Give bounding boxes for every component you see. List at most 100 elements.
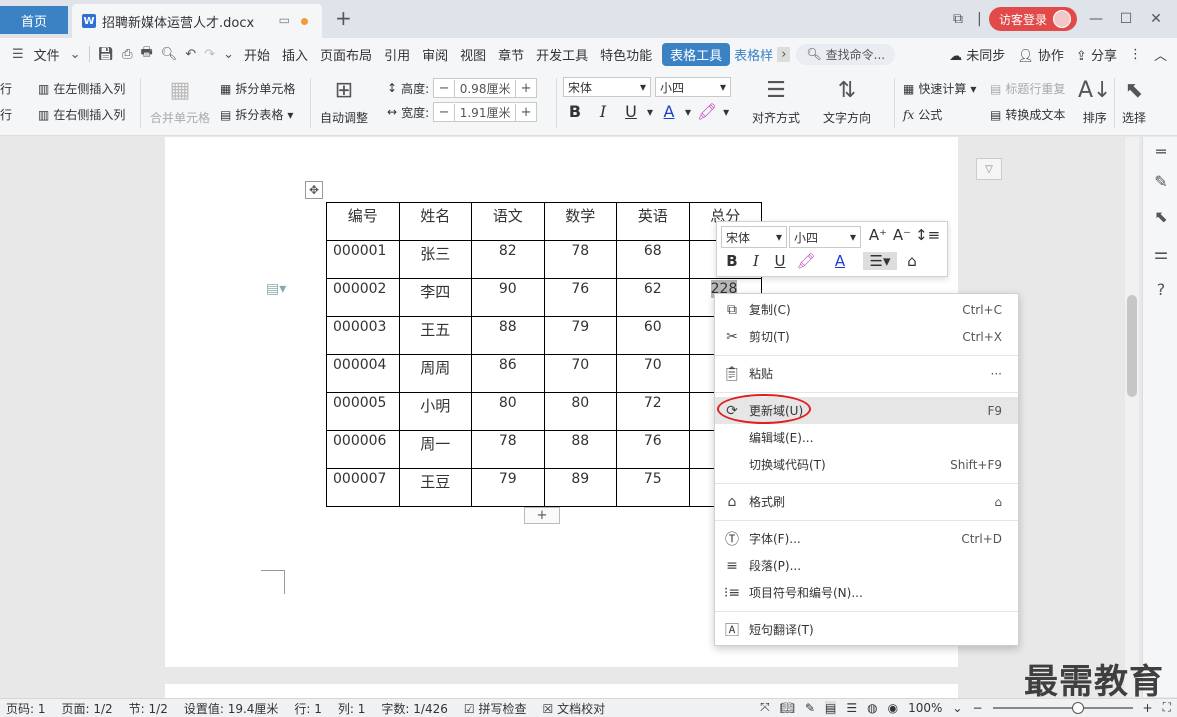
table-cell[interactable]: 72 (616, 392, 690, 431)
table-cell[interactable]: 60 (616, 316, 690, 355)
pointer-icon[interactable]: ⬉ (1150, 207, 1172, 226)
undo-icon[interactable]: ↶ (181, 47, 200, 62)
menu-item-paragraph[interactable]: ≡ 段落(P)... (715, 552, 1018, 579)
menu-references[interactable]: 引用 (378, 45, 416, 64)
table-cell[interactable]: 小明 (398, 392, 472, 431)
customize-icon[interactable]: ⌄ (219, 47, 238, 62)
status-row[interactable]: 行: 1 (294, 700, 322, 717)
font-color-icon[interactable]: A (657, 102, 681, 121)
paste-more-button[interactable]: ··· (991, 367, 1018, 381)
edit-mode-icon[interactable]: ✎ (805, 701, 815, 715)
width-decrease-button[interactable]: − (434, 105, 454, 120)
table-cell[interactable]: 82 (471, 240, 545, 279)
close-icon[interactable]: ✕ (1145, 11, 1167, 27)
menu-start[interactable]: 开始 (238, 45, 276, 64)
collapse-ribbon-icon[interactable]: ︿ (1154, 45, 1167, 64)
to-text-button[interactable]: ▤ 转换成文本 (990, 106, 1065, 123)
sort-button[interactable]: A↓ 排序 (1078, 78, 1111, 126)
table-cell[interactable]: 78 (471, 430, 545, 469)
tab-table-tools[interactable]: 表格工具 (662, 42, 731, 66)
insert-col-left-button[interactable]: ▥ 在左侧插入列 (38, 80, 125, 97)
add-table-row-button[interactable]: + (524, 507, 560, 524)
tab-table-style[interactable]: 表格样 (730, 45, 777, 64)
chevron-down-icon[interactable]: ⌄ (66, 47, 85, 62)
new-tab-button[interactable]: + (335, 6, 352, 30)
print-icon[interactable]: 🖶︎ (137, 43, 157, 65)
table-cell[interactable]: 80 (543, 392, 617, 431)
monitor-icon[interactable]: ▭ (279, 13, 290, 27)
page-view-icon[interactable]: ▤ (825, 700, 837, 715)
table-cell[interactable]: 89 (543, 468, 617, 507)
table-header-cell[interactable]: 编号 (326, 202, 400, 241)
table-cell[interactable]: 70 (543, 354, 617, 393)
menu-developer[interactable]: 开发工具 (530, 45, 594, 64)
maximize-icon[interactable]: ☐ (1115, 11, 1137, 27)
table-cell[interactable]: 80 (471, 392, 545, 431)
zoom-slider-knob[interactable] (1072, 701, 1085, 714)
status-col[interactable]: 列: 1 (338, 700, 366, 717)
menu-insert[interactable]: 插入 (276, 45, 314, 64)
width-value[interactable]: 1.91厘米 (454, 103, 517, 121)
vertical-scrollbar[interactable] (1125, 137, 1139, 697)
panel-handle-icon[interactable]: ═ (1150, 142, 1172, 161)
insert-col-right-button[interactable]: ▥ 在右侧插入列 (38, 106, 125, 123)
mini-align-center-icon[interactable]: ☰▾ (863, 252, 897, 270)
table-cell[interactable]: 79 (543, 316, 617, 355)
split-cells-button[interactable]: ▦ 拆分单元格 (220, 80, 295, 97)
menu-item-cut[interactable]: ✂ 剪切(T) Ctrl+X (715, 323, 1018, 350)
export-pdf-icon[interactable]: ⎙ (118, 47, 136, 62)
quick-calc-button[interactable]: ▦ 快速计算 ▾ (903, 80, 976, 97)
mini-font-select[interactable]: 宋体 ▾ (721, 226, 787, 248)
fullscreen-icon[interactable]: ⤧ (760, 700, 770, 715)
select-button[interactable]: ⬉ 选择 (1122, 78, 1146, 126)
height-stepper[interactable]: − 0.98厘米 + (433, 78, 538, 98)
table-cell[interactable]: 68 (616, 240, 690, 279)
table-header-cell[interactable]: 语文 (471, 202, 545, 241)
mini-size-select[interactable]: 小四 ▾ (789, 226, 861, 248)
hamburger-icon[interactable]: ☰ (8, 47, 28, 62)
bold-icon[interactable]: B (563, 102, 587, 121)
chevron-down-icon[interactable]: ⌄ (952, 701, 962, 715)
table-cell[interactable]: 000002 (326, 278, 400, 317)
table-cell[interactable]: 000005 (326, 392, 400, 431)
table-cell[interactable]: 000001 (326, 240, 400, 279)
status-section[interactable]: 节: 1/2 (129, 700, 168, 717)
underline-icon[interactable]: U (619, 102, 643, 121)
mini-bold-icon[interactable]: B (721, 252, 743, 270)
table-cell[interactable]: 张三 (398, 240, 472, 279)
font-size-select[interactable]: 小四 ▾ (655, 77, 731, 97)
print-preview-icon[interactable]: 🔍︎ (157, 47, 182, 62)
tab-home[interactable]: 首页 (0, 6, 68, 34)
menu-item-bullets[interactable]: ⁝≡ 项目符号和编号(N)... (715, 579, 1018, 606)
table-move-handle-icon[interactable]: ✥ (305, 181, 323, 199)
table-cell[interactable]: 78 (543, 240, 617, 279)
table-header-cell[interactable]: 姓名 (398, 202, 472, 241)
formula-button[interactable]: fx 公式 (903, 106, 942, 123)
zoom-level[interactable]: 100% (908, 701, 942, 715)
menu-item-format-painter[interactable]: ⌂ 格式刷 ⌂ (715, 488, 1018, 515)
font-name-select[interactable]: 宋体 ▾ (563, 77, 651, 97)
more-icon[interactable]: ⋮ (1129, 47, 1142, 62)
paragraph-layout-icon[interactable]: ▤▾ (266, 281, 286, 297)
zoom-out-icon[interactable]: − (972, 701, 982, 715)
mini-font-color-icon[interactable]: A (829, 252, 851, 270)
highlight-icon[interactable]: 🖍︎ (695, 102, 719, 121)
menu-item-translate[interactable]: 🄰 短句翻译(T) (715, 616, 1018, 643)
alignment-button[interactable]: ☰ 对齐方式 (752, 78, 800, 126)
chevron-down-icon[interactable]: ▾ (647, 105, 653, 119)
settings-sliders-icon[interactable]: ⚌ (1150, 244, 1172, 263)
menu-page-layout[interactable]: 页面布局 (314, 45, 378, 64)
mini-format-painter-icon[interactable]: ⌂ (901, 252, 923, 270)
menu-features[interactable]: 特色功能 (594, 45, 658, 64)
pen-icon[interactable]: ✎ (1150, 172, 1172, 191)
status-setting[interactable]: 设置值: 19.4厘米 (184, 700, 279, 717)
text-direction-button[interactable]: ⇅ 文字方向 (823, 78, 871, 126)
width-stepper[interactable]: − 1.91厘米 + (433, 102, 538, 122)
table-cell[interactable]: 000003 (326, 316, 400, 355)
table-cell[interactable]: 88 (471, 316, 545, 355)
menu-item-toggle-field-code[interactable]: 切换域代码(T) Shift+F9 (715, 451, 1018, 478)
mini-highlight-icon[interactable]: 🖍︎ (795, 252, 817, 270)
eye-protect-icon[interactable]: ◉ (888, 701, 898, 715)
italic-icon[interactable]: I (591, 102, 615, 121)
scrollbar-thumb[interactable] (1127, 295, 1137, 397)
